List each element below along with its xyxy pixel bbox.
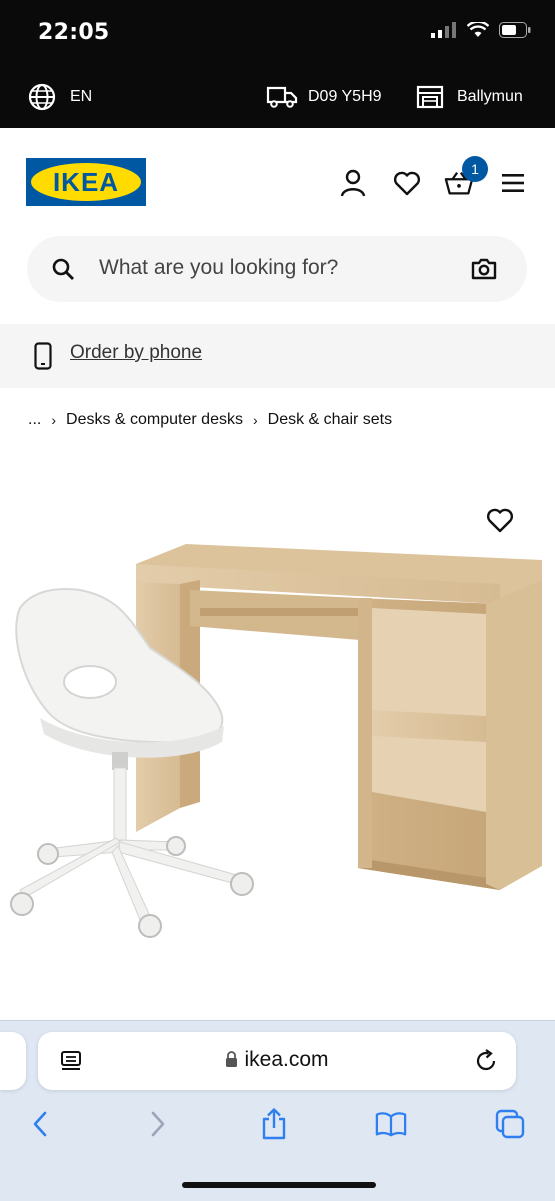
breadcrumb-ellipsis[interactable]: ...	[28, 411, 41, 429]
store-icon	[416, 85, 444, 109]
chevron-right-icon: ›	[252, 412, 258, 428]
phone-icon	[34, 342, 52, 370]
status-time: 22:05	[38, 20, 110, 45]
url-text: ikea.com	[244, 1048, 329, 1071]
search-input[interactable]: What are you looking for?	[99, 256, 338, 280]
lock-icon	[226, 1051, 238, 1067]
forward-button[interactable]	[142, 1108, 174, 1140]
tabs-button[interactable]	[494, 1108, 526, 1140]
reload-icon[interactable]	[474, 1049, 498, 1073]
breadcrumb: ... › Desks & computer desks › Desk & ch…	[28, 408, 392, 432]
url-display: ikea.com	[38, 1048, 516, 1072]
tabs-icon	[495, 1109, 525, 1139]
postcode-label: D09 Y5H9	[308, 88, 382, 105]
delivery-postcode[interactable]: D09 Y5H9	[266, 66, 382, 128]
chevron-right-icon: ›	[51, 412, 57, 428]
product-image	[10, 544, 542, 938]
globe-icon	[28, 83, 56, 111]
order-by-phone-link[interactable]: Order by phone	[70, 342, 202, 364]
camera-icon[interactable]	[471, 257, 497, 281]
previous-tab-preview[interactable]	[0, 1032, 26, 1090]
back-icon	[33, 1111, 47, 1137]
search-bar[interactable]: What are you looking for?	[27, 236, 527, 302]
breadcrumb-item-desks[interactable]: Desks & computer desks	[66, 411, 243, 429]
forward-icon	[151, 1111, 165, 1137]
back-button[interactable]	[24, 1108, 56, 1140]
share-icon	[262, 1108, 286, 1140]
menu-button[interactable]	[498, 168, 528, 198]
ikea-logo[interactable]: IKEA	[26, 158, 146, 206]
user-icon	[340, 169, 366, 197]
menu-icon	[502, 174, 524, 192]
bookmarks-icon	[375, 1112, 407, 1137]
signal-icon	[431, 22, 456, 38]
logo-text: IKEA	[31, 163, 141, 201]
store-selector[interactable]: Ballymun	[416, 66, 523, 128]
site-header: IKEA	[0, 128, 555, 236]
status-bar: 22:05	[0, 0, 555, 66]
office-chair	[10, 588, 254, 938]
favourites-button[interactable]	[392, 168, 422, 198]
language-label: EN	[70, 88, 93, 105]
heart-icon	[393, 171, 421, 196]
store-label: Ballymun	[457, 88, 523, 105]
cart-count-badge: 1	[462, 156, 488, 182]
wifi-icon	[467, 22, 489, 37]
share-button[interactable]	[258, 1108, 290, 1140]
account-button[interactable]	[338, 168, 368, 198]
breadcrumb-item-desk-chair-sets[interactable]: Desk & chair sets	[268, 411, 392, 429]
bookmarks-button[interactable]	[375, 1108, 407, 1140]
home-indicator	[182, 1182, 376, 1188]
order-by-phone-bar: Order by phone	[0, 324, 555, 388]
truck-icon	[266, 86, 298, 108]
system-icons	[431, 22, 531, 38]
language-selector[interactable]: EN	[28, 66, 92, 128]
address-bar[interactable]: ikea.com	[38, 1032, 516, 1090]
battery-icon	[499, 22, 531, 38]
search-icon	[52, 258, 74, 280]
location-bar: EN D09 Y5H9 Ballymun	[0, 66, 555, 128]
